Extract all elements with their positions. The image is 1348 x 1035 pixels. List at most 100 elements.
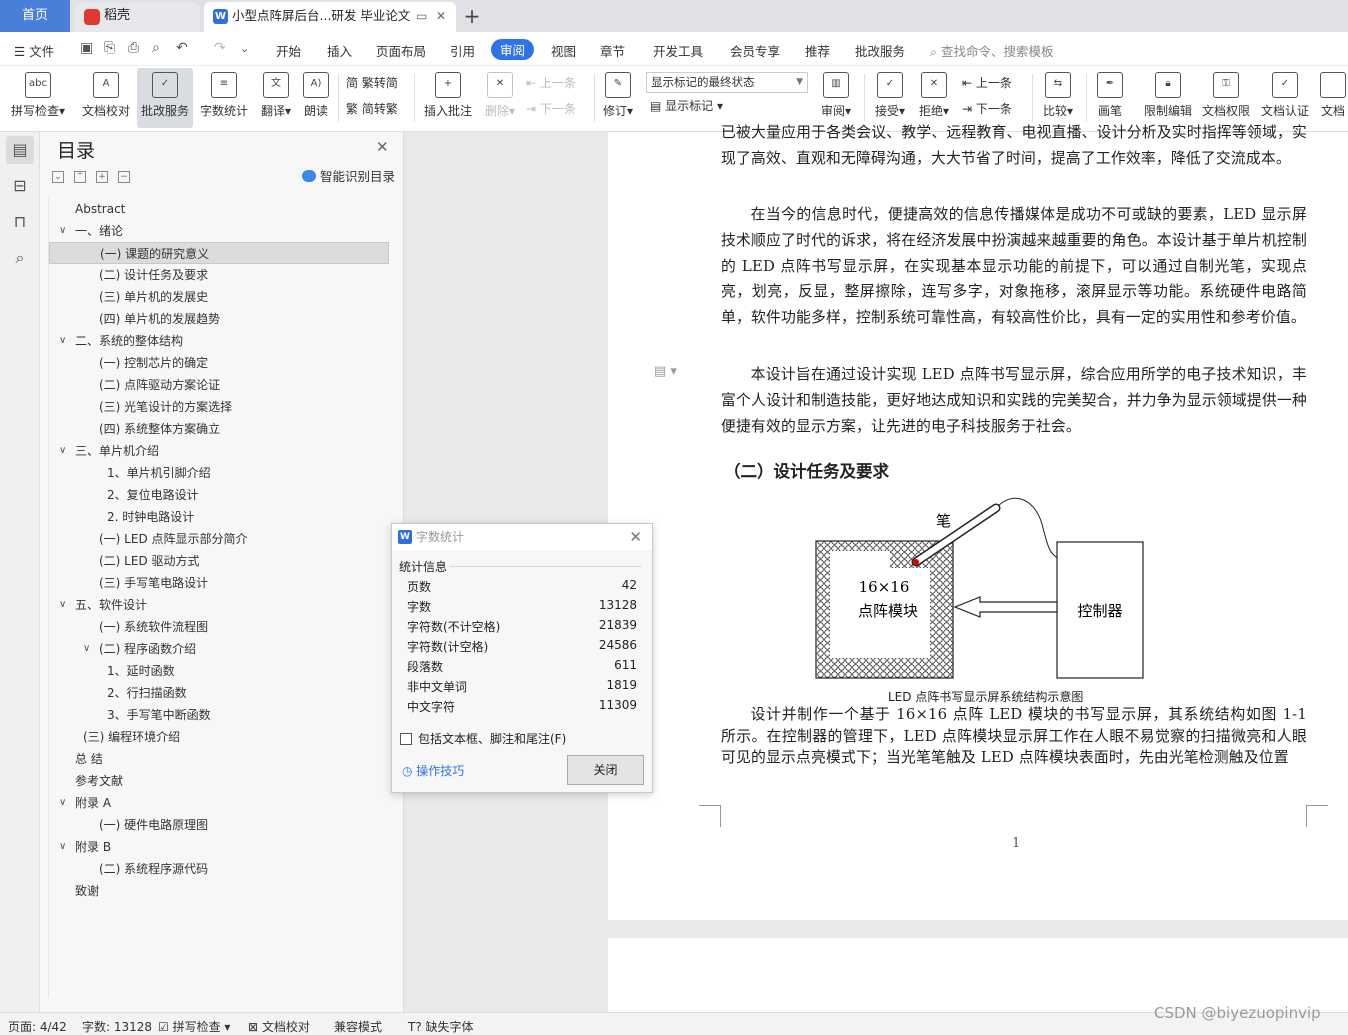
print-preview-icon[interactable]: ⌕ [152,40,160,56]
menu-devtools[interactable]: 开发工具 [653,41,703,60]
toc-item[interactable]: (二) 系统程序源代码 [49,858,389,880]
add-tab-icon[interactable]: + [460,2,484,30]
toc-item[interactable]: ∨ 三、单片机介绍 [49,440,389,462]
bookmark-rail-icon[interactable]: ⊓ [10,212,30,232]
toc-item[interactable]: 3、手写笔中断函数 [49,704,389,726]
toc-item[interactable]: (一) 硬件电路原理图 [49,814,389,836]
track-changes-button[interactable]: ✎ 修订▾ [598,68,638,128]
page-indicator[interactable]: 页面: 4/42 [8,1018,67,1035]
chevron-down-icon[interactable]: ∨ [83,638,90,660]
include-notes-checkbox[interactable]: 包括文本框、脚注和尾注(F) [400,730,566,747]
save-icon[interactable]: ▣ [80,40,93,56]
menu-member[interactable]: 会员专享 [730,41,780,60]
toc-item[interactable]: 2、行扫描函数 [49,682,389,704]
close-tab-icon[interactable]: ✕ [436,2,446,30]
word-count-button[interactable]: ≡ 字数统计 [196,68,252,128]
toc-item[interactable]: ∨ 附录 A [49,792,389,814]
toc-item[interactable]: (三) 光笔设计的方案选择 [49,396,389,418]
smart-toc-button[interactable]: 智能识别目录 [302,166,395,185]
toc-item[interactable]: ∨ 附录 B [49,836,389,858]
toc-item[interactable]: (一) 系统软件流程图 [49,616,389,638]
toc-item[interactable]: (四) 单片机的发展趋势 [49,308,389,330]
read-aloud-button[interactable]: A) 朗读 [298,68,334,128]
compare-button[interactable]: ⇆ 比较▾ [1038,68,1078,128]
pen-button[interactable]: ✒ 画笔 [1092,68,1128,128]
more-doc-button[interactable]: 文档 [1318,68,1348,128]
toc-item[interactable]: (三) 编程环境介绍 [49,726,389,748]
monitor-icon[interactable]: ▭ [416,2,427,30]
toc-item[interactable]: ∨ 一、绪论 [49,220,389,242]
collapse-all-icon[interactable]: ⌄ [52,171,64,183]
menu-start[interactable]: 开始 [276,41,301,60]
toc-item[interactable]: (三) 单片机的发展史 [49,286,389,308]
toc-item[interactable]: (二) LED 驱动方式 [49,550,389,572]
toc-item[interactable]: ∨ 二、系统的整体结构 [49,330,389,352]
toc-item[interactable]: Abstract [49,198,389,220]
add-heading-icon[interactable]: + [96,171,108,183]
menu-insert[interactable]: 插入 [327,41,352,60]
prev-change-button[interactable]: ⇤ 上一条 [962,74,1012,91]
toc-item[interactable]: ∨ 五、软件设计 [49,594,389,616]
toc-item[interactable]: 1、单片机引脚介绍 [49,462,389,484]
remove-heading-icon[interactable]: − [118,171,130,183]
close-icon[interactable]: ✕ [376,138,389,156]
menu-layout[interactable]: 页面布局 [376,41,426,60]
prev-comment-button[interactable]: ⇤ 上一条 [526,74,576,91]
status-doc-check[interactable]: ⊠ 文档校对 [248,1018,310,1035]
toc-item[interactable]: 致谢 [49,880,389,902]
doc-check-button[interactable]: A 文档校对 [78,68,134,128]
word-count-indicator[interactable]: 字数: 13128 [82,1018,152,1035]
doc-auth-button[interactable]: ✓ 文档认证 [1258,68,1312,128]
chevron-down-icon[interactable]: ∨ [59,792,66,814]
missing-font[interactable]: T? 缺失字体 [408,1018,474,1035]
export-pdf-icon[interactable]: ⎘ [104,40,115,56]
tab-document[interactable]: W 小型点阵屏后台...研发 毕业论文 ▭ ✕ [204,2,456,32]
toc-item[interactable]: 1、延时函数 [49,660,389,682]
chapter-rail-icon[interactable]: ⊟ [10,176,30,196]
chevron-down-icon[interactable]: ∨ [59,440,66,462]
toc-item[interactable]: 2、复位电路设计 [49,484,389,506]
chevron-down-icon[interactable]: ∨ [59,836,66,858]
show-markup-button[interactable]: ▤ 显示标记 ▾ [650,97,723,114]
toc-item[interactable]: (三) 手写笔电路设计 [49,572,389,594]
next-change-button[interactable]: ⇥ 下一条 [962,100,1012,117]
customize-chevron-icon[interactable]: ⌄ [240,42,249,55]
toc-item[interactable]: (一) LED 点阵显示部分简介 [49,528,389,550]
markup-state-select[interactable]: 显示标记的最终状态 ▼ [646,72,808,93]
toc-item[interactable]: (一) 控制芯片的确定 [49,352,389,374]
correct-service-button[interactable]: ✓ 批改服务 [137,68,193,128]
chevron-down-icon[interactable]: ∨ [59,594,66,616]
accept-button[interactable]: ✓ 接受▾ [870,68,910,128]
tab-home[interactable]: 首页 [0,0,70,32]
toc-item[interactable]: 总 结 [49,748,389,770]
toc-item[interactable]: (二) 设计任务及要求 [49,264,389,286]
chevron-down-icon[interactable]: ∨ [59,330,66,352]
spell-check-button[interactable]: abc 拼写检查▾ [8,68,68,128]
close-icon[interactable]: ✕ [629,528,642,546]
delete-comment-button[interactable]: ✕ 删除▾ [480,68,520,128]
menu-recommend[interactable]: 推荐 [805,41,830,60]
next-comment-button[interactable]: ⇥ 下一条 [526,100,576,117]
redo-icon[interactable]: ↷ [214,40,226,56]
toc-item[interactable]: 2. 时钟电路设计 [49,506,389,528]
close-button[interactable]: 关闭 [567,755,644,785]
print-icon[interactable]: ⎙ [128,40,139,56]
expand-all-icon[interactable]: ⌃ [74,171,86,183]
paragraph-menu-icon[interactable]: ▤ ▾ [654,364,677,379]
toc-item[interactable]: (一) 课题的研究意义 [49,242,389,264]
doc-permission-button[interactable]: ⚿ 文档权限 [1200,68,1252,128]
status-spell-check[interactable]: ☑ 拼写检查 ▾ [158,1018,230,1035]
translate-button[interactable]: 文翻译▾ [256,68,296,128]
tab-daoke[interactable]: 稻壳 [74,3,200,32]
toc-rail-icon[interactable]: ▤ [6,136,34,164]
simp-to-trad-button[interactable]: 繁 简转繁 [346,100,398,117]
menu-chapter[interactable]: 章节 [600,41,625,60]
trad-to-simp-button[interactable]: 简 繁转简 [346,74,398,91]
tips-link[interactable]: ◷ 操作技巧 [402,762,464,779]
toc-item[interactable]: ∨ (二) 程序函数介绍 [49,638,389,660]
search-rail-icon[interactable]: ⌕ [10,248,30,268]
command-search[interactable]: ⌕ 查找命令、搜索模板 [930,41,1054,60]
undo-icon[interactable]: ↶ [176,40,188,56]
toc-item[interactable]: 参考文献 [49,770,389,792]
menu-view[interactable]: 视图 [551,41,576,60]
